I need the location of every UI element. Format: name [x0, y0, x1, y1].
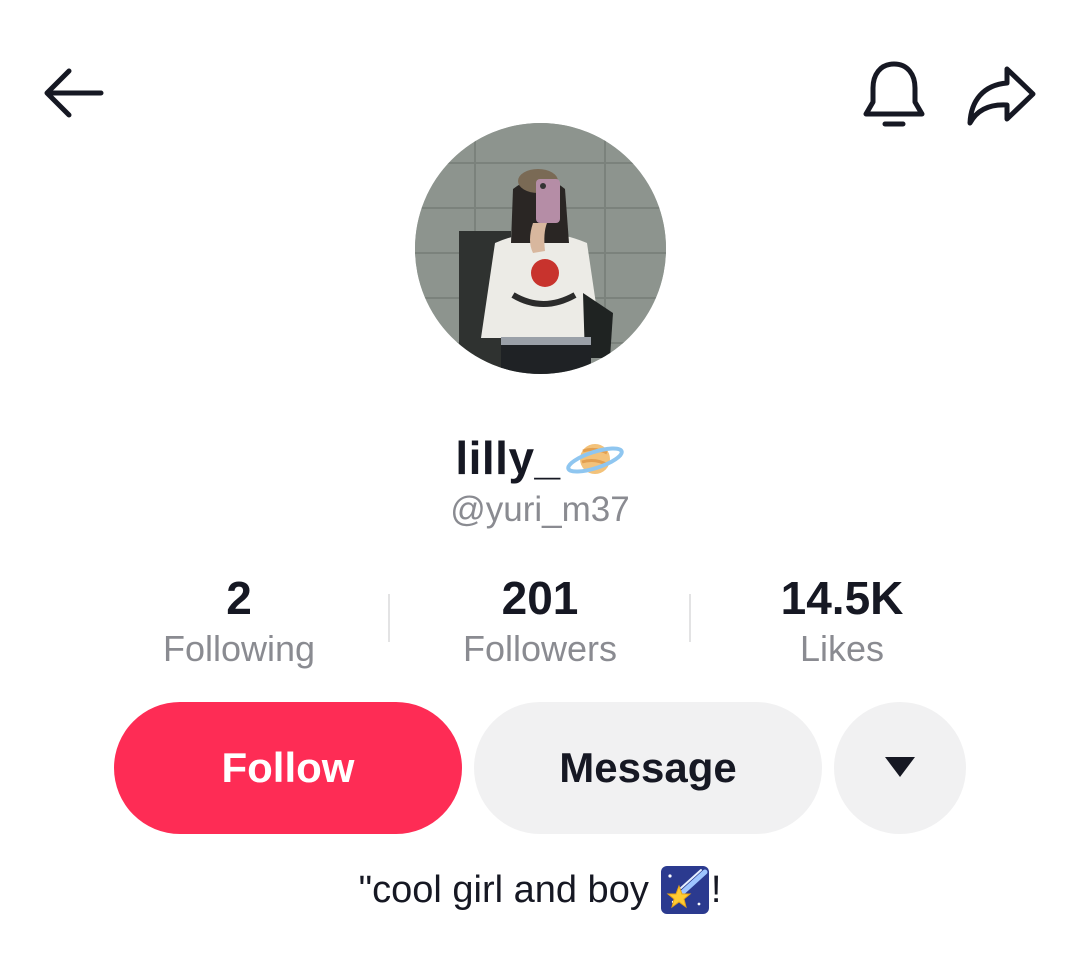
followers-count: 201: [501, 572, 579, 624]
bell-icon: [863, 61, 925, 127]
shooting-star-emoji: [660, 866, 709, 914]
stat-likes[interactable]: 14.5K Likes: [712, 570, 972, 672]
bio-suffix: !: [710, 868, 722, 911]
ringed-planet-emoji: [565, 444, 624, 474]
likes-label: Likes: [799, 628, 885, 669]
back-button[interactable]: [32, 58, 112, 128]
username: @yuri_m37: [450, 490, 630, 529]
notification-bell-button[interactable]: [852, 52, 936, 136]
caret-down-icon: [885, 757, 915, 777]
share-arrow-icon: [967, 66, 1036, 126]
follow-button[interactable]: Follow: [114, 702, 462, 834]
display-name-text: lilly_: [455, 432, 561, 484]
likes-count: 14.5K: [780, 572, 904, 624]
more-options-button[interactable]: [834, 702, 966, 834]
profile-photo: [415, 123, 666, 374]
arrow-left-icon: [44, 68, 104, 118]
followers-label: Followers: [462, 628, 618, 669]
bio-text: "cool girl and boy: [358, 868, 649, 911]
stat-divider: [689, 594, 691, 642]
profile-avatar[interactable]: [415, 123, 666, 374]
share-button[interactable]: [958, 56, 1044, 136]
display-name: lilly_: [0, 428, 1080, 488]
following-label: Following: [162, 628, 316, 669]
bio: "cool girl and boy !: [0, 866, 1080, 914]
stat-followers[interactable]: 201 Followers: [410, 570, 670, 672]
stat-divider: [388, 594, 390, 642]
following-count: 2: [226, 572, 252, 624]
message-button[interactable]: Message: [474, 702, 822, 834]
stat-following[interactable]: 2 Following: [109, 570, 369, 672]
